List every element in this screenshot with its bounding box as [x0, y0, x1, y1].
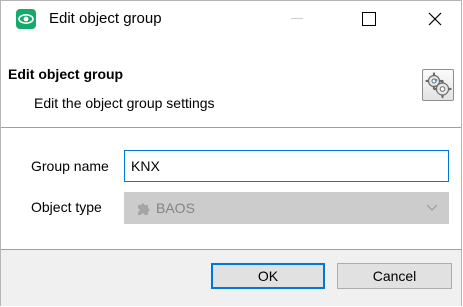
minimize-icon: [291, 18, 303, 19]
maximize-icon: [362, 12, 376, 26]
group-name-label: Group name: [31, 158, 109, 174]
object-type-label: Object type: [31, 199, 102, 215]
chevron-down-icon: [426, 204, 438, 211]
ok-button[interactable]: OK: [211, 263, 325, 289]
object-type-value: BAOS: [156, 200, 195, 216]
maximize-button[interactable]: [346, 1, 392, 37]
close-icon: [428, 12, 442, 26]
minimize-button[interactable]: [274, 1, 320, 37]
app-eye-icon: [16, 9, 36, 29]
header-title: Edit object group: [8, 66, 124, 82]
close-button[interactable]: [412, 1, 458, 37]
header-divider-highlight: [1, 128, 461, 129]
gears-icon: [422, 69, 454, 101]
window-title: Edit object group: [49, 10, 162, 27]
title-bar[interactable]: Edit object group: [1, 1, 461, 37]
footer-divider: [1, 249, 461, 250]
object-type-select[interactable]: BAOS: [124, 192, 449, 224]
header-subtitle: Edit the object group settings: [34, 95, 215, 111]
dialog-header: Edit object group Edit the object group …: [1, 58, 461, 120]
group-name-input[interactable]: [124, 150, 449, 182]
puzzle-icon: [135, 200, 151, 216]
edit-object-group-dialog: Edit object group Edit object group Edit…: [0, 0, 462, 306]
dialog-footer: OK Cancel: [1, 249, 461, 306]
cancel-button[interactable]: Cancel: [337, 263, 452, 289]
